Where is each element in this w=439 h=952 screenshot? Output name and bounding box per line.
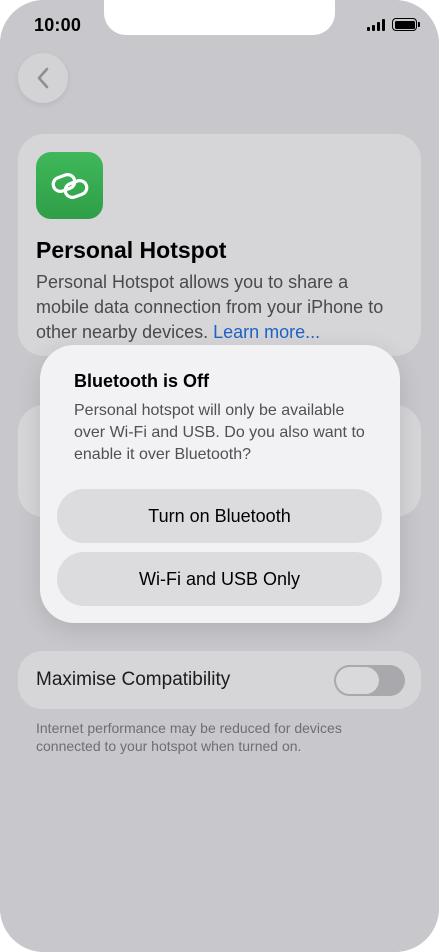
- back-chevron-icon: [37, 67, 49, 89]
- settings-screen: 10:00 Personal Hotspot Personal Hotspot …: [0, 0, 439, 952]
- hotspot-description: Personal Hotspot allows you to share a m…: [36, 270, 406, 345]
- signal-icon: [367, 18, 385, 31]
- notch: [104, 0, 335, 35]
- page-title: Personal Hotspot: [36, 237, 227, 263]
- phone-frame: 10:00 Personal Hotspot Personal Hotspot …: [0, 0, 439, 952]
- hotspot-app-icon: [36, 152, 103, 219]
- wifi-usb-only-button[interactable]: Wi-Fi and USB Only: [57, 552, 382, 606]
- compatibility-footer: Internet performance may be reduced for …: [36, 720, 342, 754]
- alert-title: Bluetooth is Off: [74, 371, 209, 391]
- compatibility-toggle[interactable]: [334, 665, 405, 696]
- description-text: Personal Hotspot allows you to share a m…: [36, 272, 384, 342]
- status-time: 10:00: [34, 15, 82, 35]
- maximise-compatibility-row[interactable]: Maximise Compatibility: [18, 651, 421, 709]
- status-icons: [367, 18, 420, 31]
- battery-icon: [392, 18, 420, 31]
- link-icon: [51, 172, 88, 199]
- toggle-knob: [336, 667, 379, 694]
- compatibility-label: Maximise Compatibility: [36, 669, 231, 690]
- bluetooth-alert: Bluetooth is Off Personal hotspot will o…: [40, 345, 400, 623]
- back-button[interactable]: [18, 53, 68, 103]
- hotspot-info-card: Personal Hotspot Personal Hotspot allows…: [18, 134, 421, 356]
- turn-on-bluetooth-button[interactable]: Turn on Bluetooth: [57, 489, 382, 543]
- alert-message: Personal hotspot will only be available …: [74, 402, 365, 463]
- learn-more-link[interactable]: Learn more...: [213, 322, 320, 342]
